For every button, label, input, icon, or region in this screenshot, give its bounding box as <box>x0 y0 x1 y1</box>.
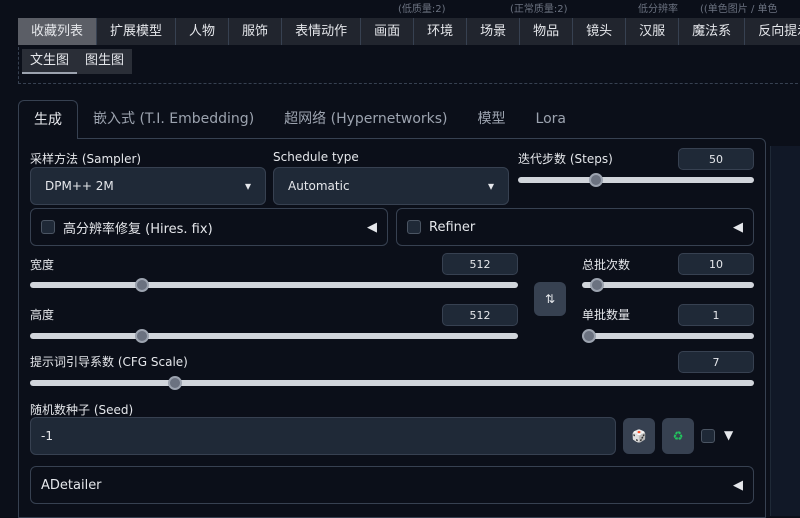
steps-slider[interactable] <box>518 173 754 187</box>
cfg-slider[interactable] <box>30 376 754 390</box>
tab-magic[interactable]: 魔法系 <box>679 18 746 45</box>
refiner-accordion[interactable]: Refiner ◀ <box>396 208 754 246</box>
sampler-label: 采样方法 (Sampler) <box>30 152 142 166</box>
batch-count-input[interactable]: 10 <box>678 253 754 275</box>
tab-extensions[interactable]: 扩展模型 <box>97 18 177 45</box>
batch-size-slider[interactable] <box>582 329 754 343</box>
random-seed-button[interactable]: 🎲 <box>623 418 655 454</box>
batch-size-input[interactable]: 1 <box>678 304 754 326</box>
recycle-icon: ♻ <box>672 429 684 443</box>
tab-img2img[interactable]: 图生图 <box>77 49 132 74</box>
tab-hypernetworks[interactable]: 超网络 (Hypernetworks) <box>269 100 462 139</box>
collapse-left-icon: ◀ <box>367 219 377 235</box>
tab-clothing[interactable]: 服饰 <box>229 18 283 45</box>
tab-embedding[interactable]: 嵌入式 (T.I. Embedding) <box>78 100 269 139</box>
chevron-down-icon: ▾ <box>487 179 494 193</box>
batch-count-label: 总批次数 <box>582 258 631 272</box>
tab-models[interactable]: 模型 <box>463 100 521 139</box>
reuse-seed-button[interactable]: ♻ <box>662 418 694 454</box>
tab-lens[interactable]: 镜头 <box>573 18 627 45</box>
dice-icon: 🎲 <box>631 429 647 443</box>
refiner-label: Refiner <box>429 219 476 235</box>
output-panel <box>770 146 800 516</box>
cfg-label: 提示词引导系数 (CFG Scale) <box>30 355 188 369</box>
width-slider[interactable] <box>30 278 518 292</box>
slider-thumb[interactable] <box>167 376 182 390</box>
category-tabs: 收藏列表 扩展模型 人物 服饰 表情动作 画面 环境 场景 物品 镜头 汉服 魔… <box>18 18 800 45</box>
cfg-input[interactable]: 7 <box>678 351 754 373</box>
tab-expression[interactable]: 表情动作 <box>282 18 362 45</box>
adetailer-label: ADetailer <box>41 477 102 493</box>
seed-label: 随机数种子 (Seed) <box>30 403 134 417</box>
swap-dimensions-button[interactable]: ⇅ <box>534 282 566 316</box>
prompt-hint: ((单色图片 / 单色 <box>700 4 778 15</box>
height-input[interactable]: 512 <box>442 304 518 326</box>
prompt-hint: (低质量:2) <box>398 4 446 15</box>
tab-favorites[interactable]: 收藏列表 <box>18 18 98 45</box>
tab-picture[interactable]: 画面 <box>361 18 415 45</box>
expand-down-icon[interactable]: ▼ <box>724 428 733 442</box>
tab-lora[interactable]: Lora <box>521 100 581 139</box>
hires-fix-accordion[interactable]: 高分辨率修复 (Hires. fix) ◀ <box>30 208 388 246</box>
main-tabs: 生成 嵌入式 (T.I. Embedding) 超网络 (Hypernetwor… <box>18 100 581 139</box>
extra-seed-checkbox[interactable] <box>701 429 715 443</box>
steps-input[interactable]: 50 <box>678 148 754 170</box>
tab-negative[interactable]: 反向提示 <box>745 18 800 45</box>
slider-thumb[interactable] <box>588 173 603 187</box>
tab-txt2img[interactable]: 文生图 <box>22 49 78 74</box>
prompt-hint: 低分辨率 <box>638 4 678 15</box>
sampler-dropdown[interactable]: DPM++ 2M ▾ <box>30 167 266 205</box>
slider-thumb[interactable] <box>582 329 596 343</box>
tab-hanfu[interactable]: 汉服 <box>626 18 680 45</box>
width-input[interactable]: 512 <box>442 253 518 275</box>
tab-generate[interactable]: 生成 <box>18 100 78 139</box>
refiner-checkbox[interactable] <box>407 220 421 234</box>
collapse-left-icon: ◀ <box>733 219 743 235</box>
height-label: 高度 <box>30 308 55 322</box>
height-slider[interactable] <box>30 329 518 343</box>
chevron-down-icon: ▾ <box>244 179 251 193</box>
batch-count-slider[interactable] <box>582 278 754 292</box>
adetailer-accordion[interactable]: ADetailer ◀ <box>30 466 754 504</box>
schedule-dropdown[interactable]: Automatic ▾ <box>273 167 509 205</box>
tab-scene[interactable]: 场景 <box>467 18 521 45</box>
collapse-left-icon: ◀ <box>733 477 743 493</box>
hires-fix-label: 高分辨率修复 (Hires. fix) <box>63 221 213 237</box>
subtabs: 文生图 图生图 <box>22 49 133 74</box>
tab-items[interactable]: 物品 <box>520 18 574 45</box>
seed-input[interactable]: -1 <box>30 417 616 455</box>
width-label: 宽度 <box>30 258 55 272</box>
schedule-value: Automatic <box>288 179 350 193</box>
tab-environment[interactable]: 环境 <box>414 18 468 45</box>
swap-icon: ⇅ <box>544 292 556 306</box>
sampler-value: DPM++ 2M <box>45 179 114 193</box>
schedule-label: Schedule type <box>273 150 359 164</box>
hires-fix-checkbox[interactable] <box>41 220 55 234</box>
steps-label: 迭代步数 (Steps) <box>518 152 613 166</box>
subtab-container <box>18 47 800 84</box>
tab-people[interactable]: 人物 <box>176 18 230 45</box>
prompt-hint: (正常质量:2) <box>510 4 568 15</box>
batch-size-label: 单批数量 <box>582 308 631 322</box>
